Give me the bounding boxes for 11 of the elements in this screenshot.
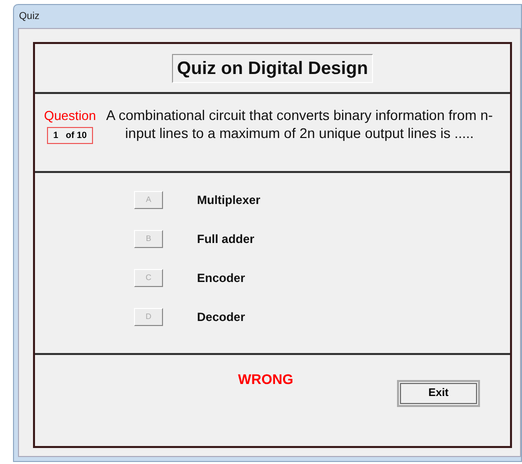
quiz-title: Quiz on Digital Design — [172, 54, 373, 82]
question-text: A combinational circuit that converts binary information from n- input lines to a maximum of 2n unique output lines is ..... — [105, 106, 494, 142]
option-text: Decoder — [197, 309, 246, 326]
exit-button[interactable]: Exit — [397, 380, 480, 407]
option-text: Encoder — [197, 270, 246, 287]
window-title: Quiz — [19, 10, 40, 24]
question-counter: 1 of 10 — [47, 126, 93, 144]
result-text: WRONG — [238, 370, 294, 389]
question-label: Question — [44, 107, 96, 125]
option-text: Full adder — [197, 231, 254, 248]
option-text: Multiplexer — [197, 192, 260, 209]
